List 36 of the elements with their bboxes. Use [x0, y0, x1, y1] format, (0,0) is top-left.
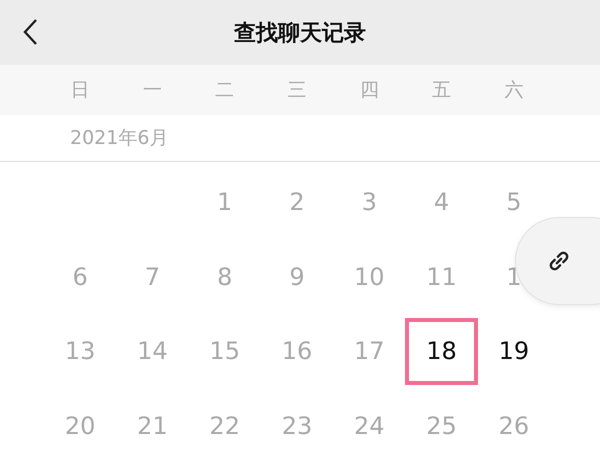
back-icon[interactable]	[22, 18, 38, 46]
calendar-day: 23	[282, 412, 312, 440]
weekday-label: 六	[503, 78, 524, 103]
calendar-day: 15	[209, 337, 240, 366]
calendar-day: 17	[354, 337, 385, 366]
calendar-day: 8	[217, 262, 232, 291]
calendar-day: 10	[354, 262, 385, 291]
weekday-label: 四	[358, 78, 380, 103]
calendar-day: 3	[362, 188, 377, 216]
calendar-day: 22	[209, 412, 240, 440]
weekday-label: 一	[142, 78, 163, 103]
calendar-day: 6	[72, 262, 88, 291]
page-title: 查找聊天记录	[234, 20, 366, 48]
calendar-day: 25	[426, 412, 457, 440]
calendar-day: 4	[434, 188, 450, 216]
calendar-day: 1	[506, 262, 522, 291]
calendar-day: 11	[426, 262, 457, 291]
calendar-day: 1	[217, 188, 232, 216]
calendar-day: 16	[282, 337, 312, 366]
calendar-day: 5	[506, 188, 522, 216]
calendar-day: 26	[498, 412, 530, 440]
calendar-day: 24	[354, 412, 385, 440]
calendar-day: 7	[144, 262, 160, 291]
month-label: 2021年6月	[70, 126, 168, 151]
calendar-day: 2	[289, 188, 305, 216]
calendar-day: 13	[64, 337, 96, 366]
calendar-day[interactable]: 18	[405, 318, 478, 385]
calendar-day: 20	[64, 412, 96, 440]
calendar-day[interactable]: 19	[498, 337, 530, 366]
calendar-day: 21	[137, 412, 168, 440]
calendar-day: 14	[137, 337, 168, 366]
calendar-day: 9	[289, 262, 305, 291]
weekday-label: 日	[70, 78, 91, 103]
weekday-label: 二	[214, 78, 236, 103]
weekday-label: 三	[286, 78, 308, 103]
weekday-label: 五	[431, 78, 452, 103]
